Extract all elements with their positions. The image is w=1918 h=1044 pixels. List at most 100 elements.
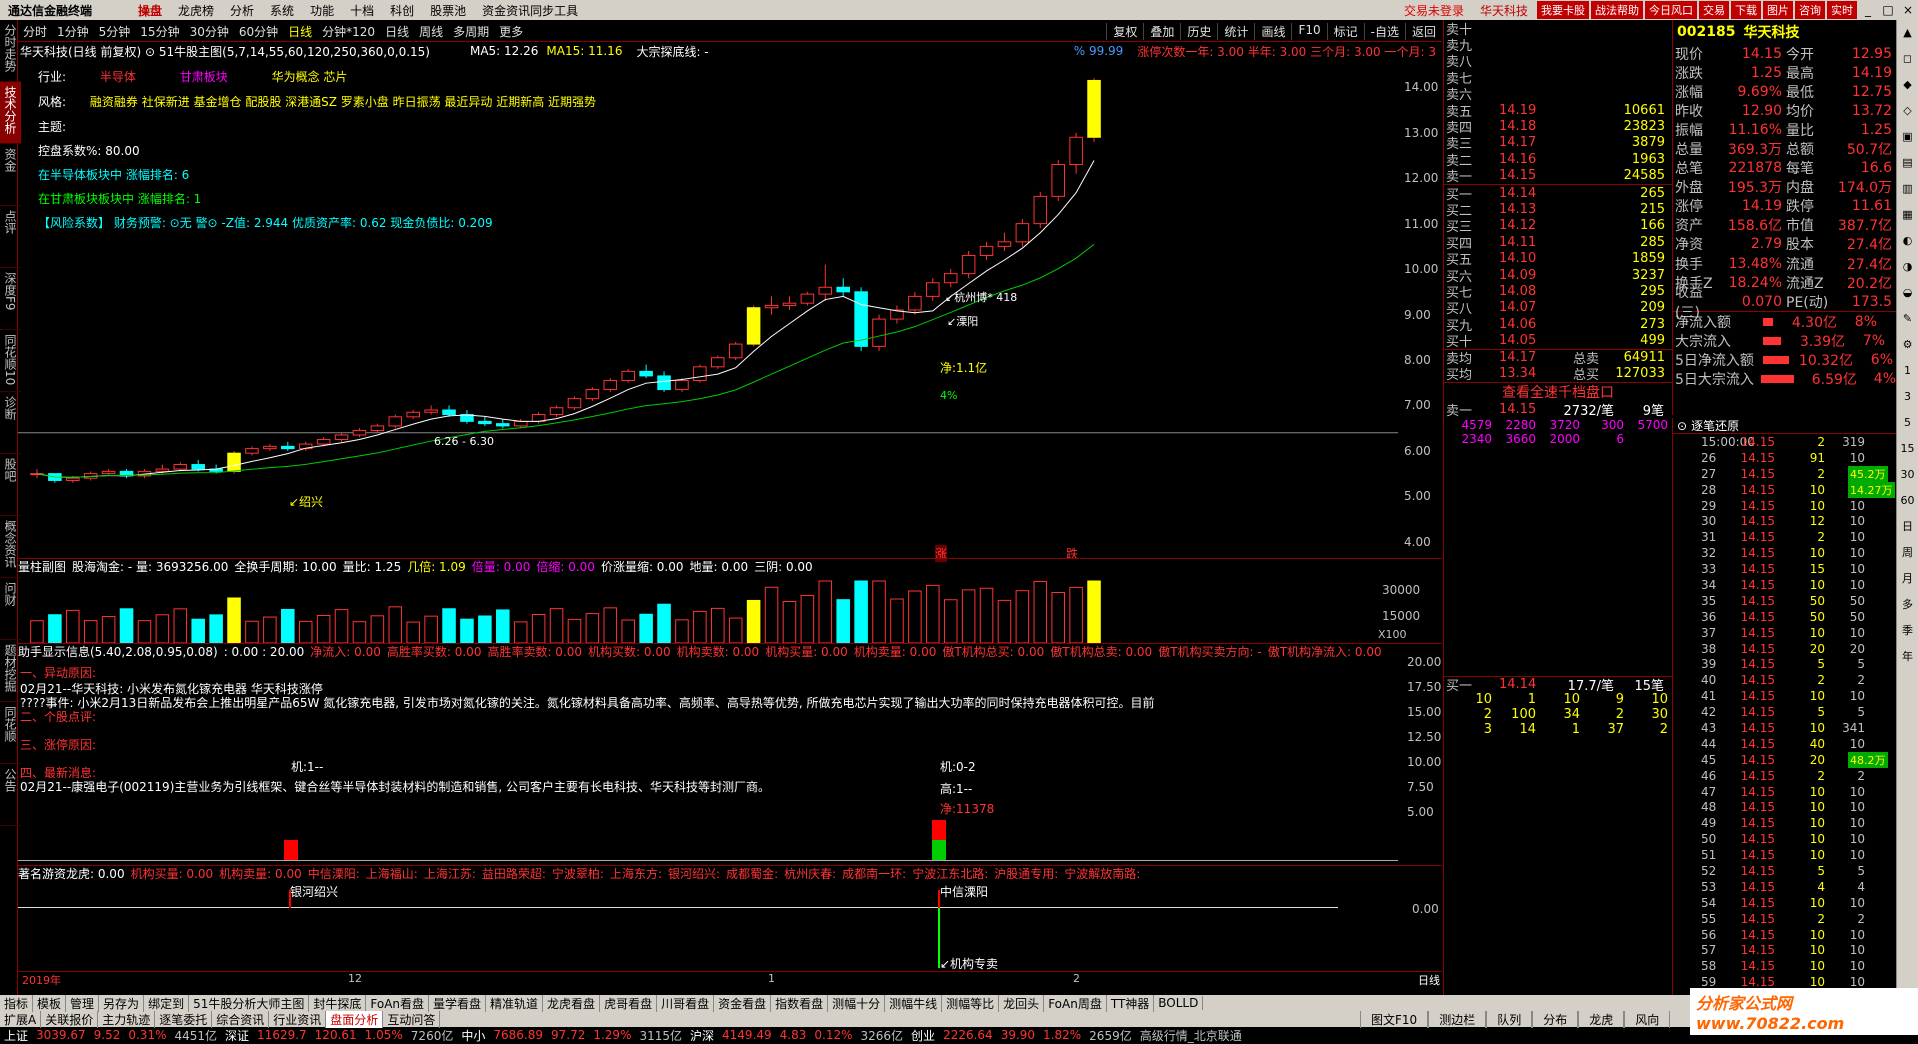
volume-bar[interactable] [943, 599, 958, 643]
tool-8[interactable]: 返回 [1404, 23, 1442, 40]
volume-bar[interactable] [496, 609, 510, 643]
menu-right-button-1[interactable]: 战法帮助 [1591, 1, 1643, 19]
candle[interactable] [657, 375, 671, 391]
menu-right-button-2[interactable]: 今日风口 [1645, 1, 1697, 19]
candle[interactable] [675, 379, 689, 391]
info-tab-5[interactable]: 行业资讯 [269, 1010, 327, 1028]
right-tool-icon-24[interactable]: 年 [1897, 644, 1918, 670]
indicator-tab-20[interactable]: TT神器 [1107, 994, 1155, 1012]
volume-bar[interactable] [227, 597, 241, 643]
volume-bar[interactable] [101, 616, 116, 643]
candle[interactable] [1087, 79, 1101, 138]
candle[interactable] [926, 282, 940, 297]
volume-bar[interactable] [818, 580, 833, 643]
candle[interactable] [442, 409, 456, 416]
dragon_header-0[interactable]: 著名游资龙虎: 0.00 [18, 865, 131, 882]
volume-bar[interactable] [1033, 580, 1048, 643]
candle[interactable] [191, 464, 205, 470]
indicator-tab-9[interactable]: 精准轨道 [486, 994, 544, 1012]
volume-bar[interactable] [66, 609, 80, 643]
right-tool-icon-1[interactable]: ◻ [1897, 46, 1918, 72]
volume-bar[interactable] [836, 599, 850, 643]
candle[interactable] [764, 304, 779, 309]
right-tool-icon-19[interactable]: 日 [1897, 514, 1918, 540]
candle[interactable] [173, 464, 188, 470]
candle[interactable] [406, 411, 420, 418]
volume-bar[interactable] [621, 619, 635, 643]
indicator-tab-4[interactable]: 绑定到 [144, 994, 190, 1012]
candle[interactable] [478, 420, 492, 425]
indicator-tab-8[interactable]: 量学看盘 [429, 994, 487, 1012]
candle[interactable] [245, 448, 259, 454]
volume-bar[interactable] [30, 620, 44, 643]
bottom-right-tab-5[interactable]: 风向 [1624, 1011, 1671, 1028]
right-tool-icon-17[interactable]: 30 [1897, 462, 1918, 488]
volume-bar[interactable] [460, 618, 474, 643]
indicator-tab-7[interactable]: FoAn看盘 [366, 994, 430, 1012]
candle[interactable] [585, 389, 600, 400]
right-tool-icon-20[interactable]: 周 [1897, 540, 1918, 566]
bottom-right-tab-1[interactable]: 测边栏 [1428, 1011, 1487, 1028]
indicator-tab-2[interactable]: 管理 [66, 994, 100, 1012]
candle[interactable] [621, 370, 635, 381]
volume-bar[interactable] [388, 606, 403, 643]
candle[interactable] [943, 273, 958, 284]
info-tab-6[interactable]: 盘面分析 [326, 1010, 384, 1028]
menu-item-3[interactable]: 系统 [262, 2, 302, 19]
candle[interactable] [549, 407, 564, 416]
volume-bar[interactable] [531, 613, 546, 643]
tool-4[interactable]: 画线 [1254, 23, 1291, 40]
volume-bar[interactable] [639, 613, 653, 643]
period-0[interactable]: 分时 [18, 23, 52, 40]
candle[interactable] [639, 370, 653, 377]
volume-bar[interactable] [746, 599, 761, 643]
indicator-tab-0[interactable]: 指标 [0, 994, 34, 1012]
right-tool-icon-15[interactable]: 5 [1897, 410, 1918, 436]
volume-bar[interactable] [1015, 590, 1030, 643]
indicator-tab-14[interactable]: 指数看盘 [771, 994, 829, 1012]
volume-bar[interactable] [173, 608, 188, 643]
volume-bar[interactable] [406, 621, 420, 643]
info-tab-0[interactable]: 扩展A [0, 1010, 42, 1028]
bottom-right-tab-4[interactable]: 龙虎 [1578, 1011, 1625, 1028]
volume-bar[interactable] [478, 615, 492, 643]
candle[interactable] [101, 470, 116, 475]
volume-bar[interactable] [370, 615, 385, 643]
candle[interactable] [908, 295, 922, 311]
candle[interactable] [728, 343, 743, 359]
candle[interactable] [281, 445, 295, 450]
tool-1[interactable]: 叠加 [1143, 23, 1180, 40]
tool-5[interactable]: F10 [1291, 23, 1326, 40]
volume-bar[interactable] [155, 614, 170, 643]
right-tool-icon-21[interactable]: 月 [1897, 566, 1918, 592]
chart-title[interactable]: 华天科技(日线 前复权) ⊙ 51牛股主图(5,7,14,55,60,120,2… [18, 43, 430, 60]
right-tool-icon-16[interactable]: 15 [1897, 436, 1918, 462]
volume-bar[interactable] [119, 608, 134, 643]
bottom-right-tab-2[interactable]: 队列 [1486, 1011, 1533, 1028]
period-9[interactable]: 周线 [414, 23, 448, 40]
vol_header-0[interactable]: 量柱副图 [18, 558, 72, 575]
right-tool-icon-14[interactable]: 3 [1897, 384, 1918, 410]
volume-bar[interactable] [872, 580, 886, 643]
right-tool-icon-23[interactable]: 季 [1897, 618, 1918, 644]
menu-item-1[interactable]: 龙虎榜 [170, 2, 222, 19]
candle[interactable] [800, 293, 815, 304]
menu-item-4[interactable]: 功能 [302, 2, 342, 19]
full-book-link[interactable]: 查看全速千档盘口 [1444, 381, 1672, 402]
volume-bar[interactable] [585, 613, 600, 643]
tool-7[interactable]: -自选 [1363, 23, 1405, 40]
indicator-tab-1[interactable]: 模板 [33, 994, 67, 1012]
maximize-icon[interactable]: □ [1878, 3, 1898, 17]
menu-right-button-7[interactable]: 实时 [1827, 1, 1857, 19]
indicator-tab-5[interactable]: 51牛股分析大师主图 [189, 994, 310, 1012]
right-tool-icon-12[interactable]: ⚙ [1897, 332, 1918, 358]
candle[interactable] [370, 425, 385, 431]
volume-bar[interactable] [728, 617, 743, 643]
candle[interactable] [388, 416, 403, 427]
candlestick-chart[interactable] [18, 60, 1442, 560]
indicator-tab-6[interactable]: 封牛探底 [309, 994, 367, 1012]
volume-bar[interactable] [675, 619, 689, 643]
right-tool-icon-7[interactable]: ▦ [1897, 202, 1918, 228]
candle[interactable] [334, 434, 349, 441]
info-tab-4[interactable]: 综合资讯 [212, 1010, 270, 1028]
